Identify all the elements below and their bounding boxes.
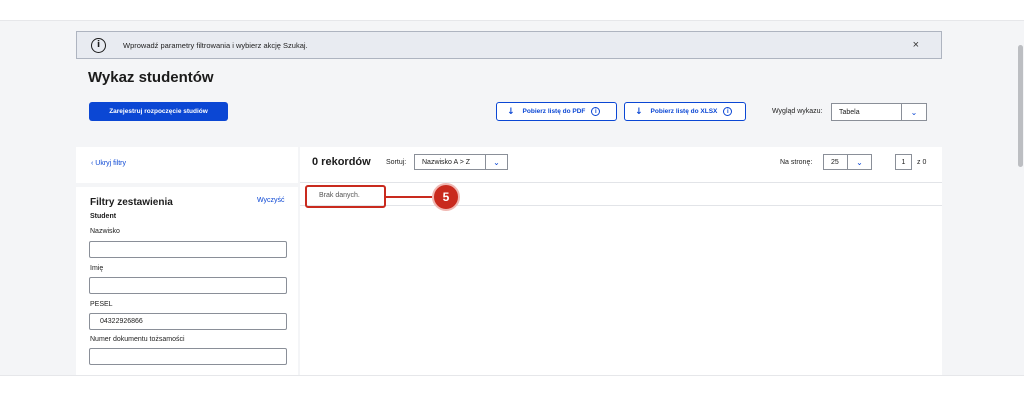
view-mode-value: Tabela: [839, 108, 860, 116]
pesel-label: PESEL: [90, 301, 113, 308]
first-name-field[interactable]: [89, 277, 287, 294]
chevron-down-icon: ⌄: [901, 104, 926, 120]
info-icon[interactable]: i: [723, 107, 733, 116]
sort-label: Sortuj:: [386, 159, 407, 166]
callout-connector: [386, 196, 432, 198]
surname-field[interactable]: [89, 241, 287, 258]
results-row-divider: [300, 205, 942, 206]
surname-label: Nazwisko: [90, 228, 120, 235]
page-total: z 0: [917, 159, 927, 166]
per-page-value: 25: [831, 158, 839, 166]
page-title: Wykaz studentów: [88, 69, 214, 86]
no-data-message: Brak danych.: [319, 192, 360, 199]
hide-filters-link[interactable]: ‹ Ukryj filtry: [91, 160, 126, 167]
download-xlsx-button[interactable]: ↓ Pobierz listę do XLSX i: [624, 102, 746, 121]
first-name-label: Imię: [90, 265, 104, 272]
per-page-label: Na stronę:: [780, 159, 813, 166]
callout-badge: 5: [432, 183, 460, 211]
info-icon[interactable]: i: [591, 107, 601, 116]
chevron-down-icon: ⌄: [485, 155, 507, 169]
sort-value: Nazwisko A > Z: [422, 158, 471, 166]
download-pdf-label: Pobierz listę do PDF: [522, 108, 586, 115]
page-number-input[interactable]: 1: [895, 154, 912, 170]
view-mode-select[interactable]: Tabela ⌄: [831, 103, 927, 121]
id-document-label: Numer dokumentu tożsamości: [90, 336, 185, 343]
records-count: 0 rekordów: [312, 156, 371, 168]
chevron-down-icon: ⌄: [847, 155, 871, 169]
vertical-scrollbar[interactable]: [1018, 45, 1023, 167]
results-header-divider: [300, 182, 942, 183]
info-banner-text: Wprowadź parametry filtrowania i wybierz…: [123, 40, 308, 50]
close-icon[interactable]: ×: [913, 39, 919, 51]
download-arrow-icon: ↓: [507, 106, 515, 117]
sort-select[interactable]: Nazwisko A > Z ⌄: [414, 154, 508, 170]
filters-divider: [76, 183, 298, 187]
main-viewport: i Wprowadź parametry filtrowania i wybie…: [0, 20, 1024, 376]
download-arrow-icon: ↓: [635, 106, 643, 117]
per-page-select[interactable]: 25 ⌄: [823, 154, 872, 170]
pesel-field[interactable]: 04322926866: [89, 313, 287, 330]
download-xlsx-label: Pobierz listę do XLSX: [650, 108, 718, 115]
clear-filters-link[interactable]: Wyczyść: [257, 197, 285, 204]
student-section-label: Student: [90, 213, 117, 220]
filters-title: Filtry zestawienia: [90, 197, 173, 208]
view-mode-label: Wygląd wykazu:: [772, 108, 823, 115]
info-icon: i: [91, 37, 106, 53]
register-studies-button[interactable]: Zarejestruj rozpoczęcie studiów: [89, 102, 228, 121]
id-document-field[interactable]: [89, 348, 287, 365]
download-pdf-button[interactable]: ↓ Pobierz listę do PDF i: [496, 102, 617, 121]
info-banner: i Wprowadź parametry filtrowania i wybie…: [76, 31, 942, 59]
